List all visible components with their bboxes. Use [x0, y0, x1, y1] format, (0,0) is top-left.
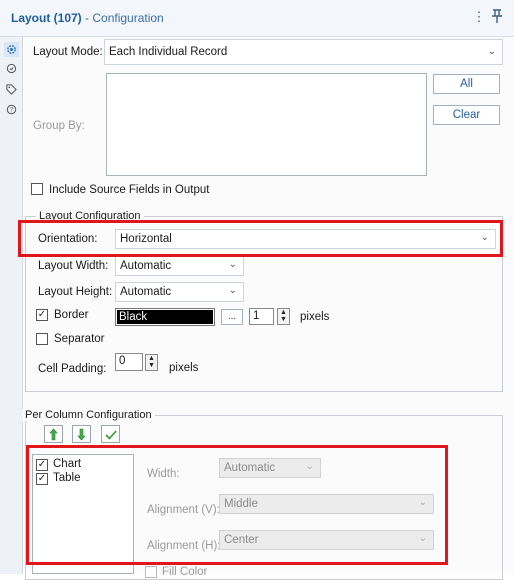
border-width-input[interactable]: 1 [249, 308, 274, 325]
group-by-list[interactable] [106, 73, 427, 176]
border-checkbox[interactable]: ✓ [36, 309, 48, 321]
clear-button[interactable]: Clear [433, 105, 500, 125]
border-width-spinner[interactable]: ▲ ▼ [277, 308, 290, 325]
arrow-down-icon [77, 428, 86, 440]
cell-padding-value: 0 [119, 355, 126, 367]
layout-width-value: Automatic [120, 260, 172, 272]
arrow-up-icon [49, 428, 58, 440]
checkmark-icon [104, 429, 117, 440]
gear-icon[interactable] [4, 42, 19, 57]
per-column-legend: Per Column Configuration [22, 409, 155, 421]
config-sidebar: ? [0, 37, 23, 574]
group-by-label: Group By: [33, 120, 85, 132]
border-color-picker-button[interactable]: ... [221, 309, 243, 325]
border-label: Border [54, 309, 89, 321]
chevron-down-icon: ⌄ [228, 259, 237, 270]
pin-icon[interactable] [489, 9, 505, 25]
cell-padding-unit-label: pixels [169, 362, 199, 374]
layout-width-label: Layout Width: [38, 260, 109, 272]
layout-height-select[interactable]: Automatic ⌄ [115, 282, 244, 302]
border-color-value: Black [119, 311, 148, 323]
help-icon[interactable]: ? [4, 102, 19, 117]
tool-icon[interactable] [4, 61, 19, 76]
border-unit-label: pixels [300, 311, 330, 323]
layout-mode-value: Each Individual Record [109, 46, 228, 58]
fill-color-checkbox[interactable] [145, 566, 157, 578]
select-all-button[interactable] [101, 425, 120, 443]
layout-mode-label: Layout Mode: [33, 46, 103, 58]
layout-width-select[interactable]: Automatic ⌄ [115, 256, 244, 276]
layout-height-label: Layout Height: [38, 286, 113, 298]
separator-label: Separator [54, 333, 105, 345]
cell-padding-label: Cell Padding: [38, 363, 107, 375]
all-button[interactable]: All [433, 74, 500, 94]
move-up-button[interactable] [44, 425, 63, 443]
layout-mode-select[interactable]: Each Individual Record ⌄ [104, 39, 503, 65]
orientation-highlight-box [18, 220, 503, 257]
layout-height-value: Automatic [120, 286, 172, 298]
more-menu-icon[interactable]: ⋮ [471, 9, 487, 25]
border-width-value: 1 [253, 310, 260, 322]
panel-title: Layout (107) - Configuration [11, 11, 164, 25]
tag-icon[interactable] [4, 82, 19, 97]
cell-padding-spinner[interactable]: ▲ ▼ [145, 354, 158, 371]
cell-padding-input[interactable]: 0 [115, 353, 143, 371]
move-down-button[interactable] [72, 425, 91, 443]
include-source-label: Include Source Fields in Output [49, 184, 210, 196]
panel-header: Layout (107) - Configuration ⋮ [0, 0, 514, 37]
chevron-down-icon: ⌄ [487, 46, 496, 57]
column-config-highlight-box [26, 445, 448, 565]
separator-checkbox[interactable] [36, 333, 48, 345]
fill-color-label: Fill Color [162, 566, 208, 578]
svg-text:?: ? [10, 107, 14, 114]
include-source-checkbox[interactable] [31, 183, 43, 195]
border-color-swatch[interactable]: Black [115, 308, 215, 326]
chevron-down-icon: ⌄ [228, 285, 237, 296]
